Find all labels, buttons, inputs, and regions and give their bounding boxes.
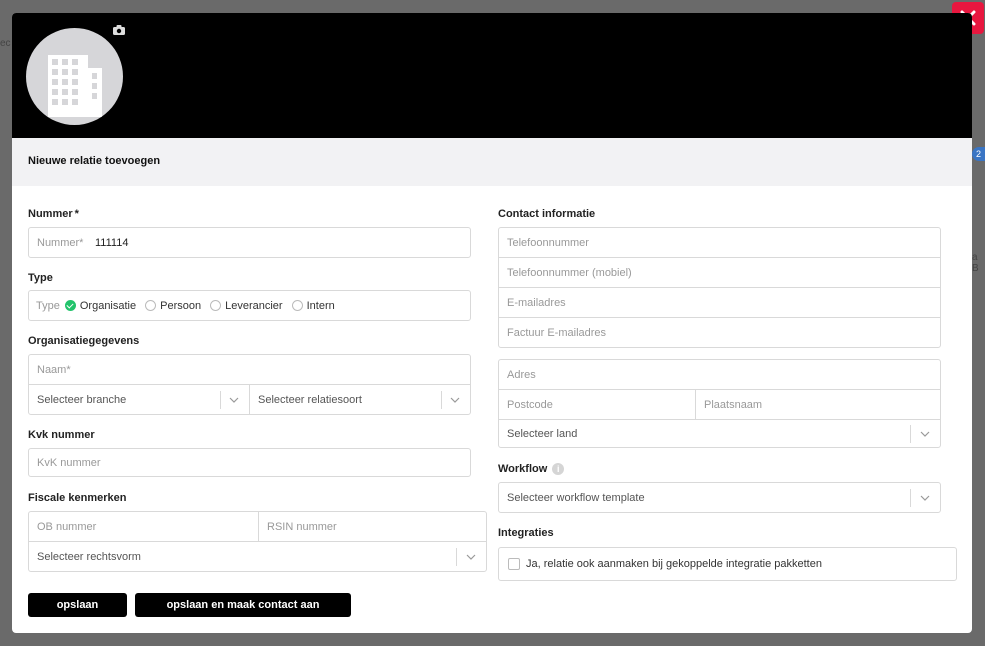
postcode-input[interactable]: Postcode xyxy=(499,390,695,419)
background-text-fragment: ec xyxy=(0,38,11,49)
contact-group: Telefoonnummer Telefoonnummer (mobiel) E… xyxy=(498,227,941,348)
mobiel-input[interactable]: Telefoonnummer (mobiel) xyxy=(499,258,940,287)
radio-empty-icon xyxy=(210,300,222,311)
workflow-placeholder: Selecteer workflow template xyxy=(507,491,645,504)
telefoon-input[interactable]: Telefoonnummer xyxy=(499,228,940,257)
new-relation-modal: Nieuwe relatie toevoegen Nummer * Nummer*… xyxy=(12,13,972,633)
nummer-value: 111114 xyxy=(95,236,129,249)
modal-header xyxy=(12,13,972,138)
plaatsnaam-input[interactable]: Plaatsnaam xyxy=(696,390,940,419)
type-radio-group: Type Organisatie Persoon Leverancier Int… xyxy=(36,291,344,320)
adres-input[interactable]: Adres xyxy=(499,360,940,389)
email-input[interactable]: E-mailadres xyxy=(499,288,940,317)
background-text-fragment: a B xyxy=(972,252,979,274)
adres-group: Adres Postcode Plaatsnaam Selecteer land xyxy=(498,359,941,448)
save-button[interactable]: opslaan xyxy=(28,593,127,617)
naam-input[interactable]: Naam* xyxy=(29,355,470,384)
camera-icon[interactable] xyxy=(113,25,125,35)
factuur-email-input[interactable]: Factuur E-mailadres xyxy=(499,318,940,347)
kvk-input[interactable]: KvK nummer xyxy=(28,448,471,477)
info-icon[interactable]: i xyxy=(552,463,565,476)
workflow-label: Workflow i xyxy=(498,463,565,476)
rechtsvorm-select[interactable]: Selecteer rechtsvorm xyxy=(29,542,486,571)
organisatie-group: Naam* Selecteer branche Selecteer relati… xyxy=(28,354,471,415)
chevron-down-icon xyxy=(466,554,476,560)
kvk-placeholder: KvK nummer xyxy=(37,456,101,469)
rsin-nummer-input[interactable]: RSIN nummer xyxy=(259,512,486,541)
integraties-field: Ja, relatie ook aanmaken bij gekoppelde … xyxy=(498,547,957,581)
contact-label: Contact informatie xyxy=(498,208,596,220)
fiscaal-label: Fiscale kenmerken xyxy=(28,492,127,504)
modal-title-bar: Nieuwe relatie toevoegen xyxy=(12,138,972,186)
chevron-down-icon xyxy=(920,431,930,437)
nummer-placeholder: Nummer* xyxy=(37,236,84,249)
relatiesoort-select[interactable]: Selecteer relatiesoort xyxy=(250,385,470,414)
kvk-label: Kvk nummer xyxy=(28,429,95,441)
radio-leverancier[interactable]: Leverancier xyxy=(210,300,283,312)
chevron-down-icon xyxy=(229,397,239,403)
integraties-checkbox[interactable] xyxy=(508,558,520,570)
radio-empty-icon xyxy=(145,300,157,311)
background-badge: 2 xyxy=(972,147,985,161)
radio-intern[interactable]: Intern xyxy=(291,300,335,312)
integraties-checkbox-row[interactable]: Ja, relatie ook aanmaken bij gekoppelde … xyxy=(508,548,822,580)
radio-organisatie[interactable]: Organisatie xyxy=(64,300,136,312)
save-and-create-contact-button[interactable]: opslaan en maak contact aan xyxy=(135,593,351,617)
workflow-select[interactable]: Selecteer workflow template xyxy=(498,482,941,513)
land-select[interactable]: Selecteer land xyxy=(499,420,940,447)
type-prefix: Type xyxy=(36,299,60,312)
type-field: Type Organisatie Persoon Leverancier Int… xyxy=(28,290,471,321)
fiscaal-group: OB nummer RSIN nummer Selecteer rechtsvo… xyxy=(28,511,487,572)
radio-empty-icon xyxy=(291,300,303,311)
integraties-label: Integraties xyxy=(498,527,554,539)
chevron-down-icon xyxy=(920,495,930,501)
branche-select[interactable]: Selecteer branche xyxy=(29,385,249,414)
nummer-field[interactable]: Nummer* 111114 xyxy=(28,227,471,258)
building-icon xyxy=(48,55,102,117)
ob-nummer-input[interactable]: OB nummer xyxy=(29,512,258,541)
chevron-down-icon xyxy=(450,397,460,403)
radio-persoon[interactable]: Persoon xyxy=(145,300,201,312)
modal-title: Nieuwe relatie toevoegen xyxy=(28,155,161,167)
avatar[interactable] xyxy=(26,28,123,125)
integraties-checkbox-label: Ja, relatie ook aanmaken bij gekoppelde … xyxy=(526,558,822,570)
organisatie-label: Organisatiegegevens xyxy=(28,335,140,347)
nummer-label: Nummer * xyxy=(28,208,79,220)
radio-checked-icon xyxy=(64,300,76,311)
type-label: Type xyxy=(28,272,53,284)
